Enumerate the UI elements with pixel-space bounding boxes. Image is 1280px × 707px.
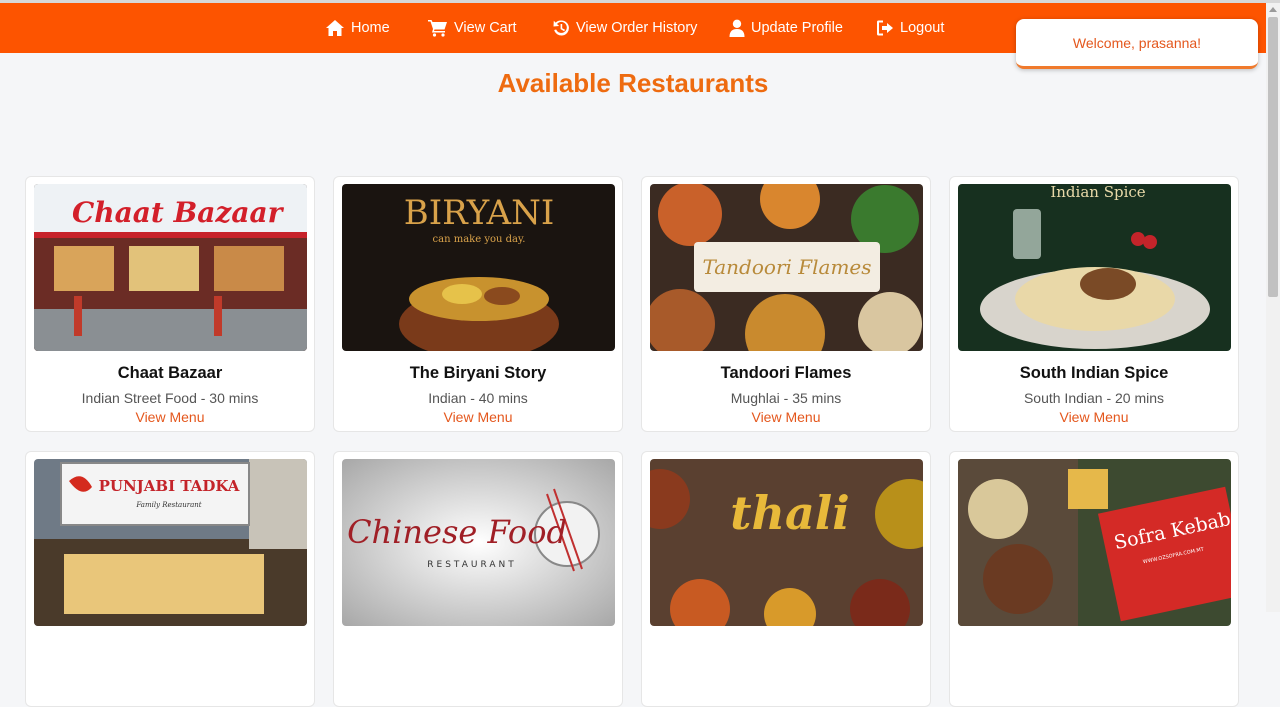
- nav-logout-label: Logout: [900, 20, 945, 36]
- image-subtext: can make you day.: [433, 234, 526, 245]
- history-icon: [553, 20, 569, 36]
- restaurant-meta: Indian - 40 mins: [428, 390, 528, 406]
- image-text: thali: [730, 486, 849, 540]
- scrollbar[interactable]: [1266, 3, 1280, 612]
- restaurant-meta: Indian Street Food - 30 mins: [81, 390, 259, 406]
- restaurant-image: Tandoori Flames: [650, 184, 923, 351]
- restaurant-image: Chaat Bazaar: [34, 184, 307, 351]
- restaurant-image: Chinese Food RESTAURANT: [342, 459, 615, 626]
- scroll-up-icon[interactable]: [1266, 3, 1280, 15]
- restaurant-card[interactable]: Indian Spice South Indian Spice South In…: [949, 176, 1239, 432]
- view-menu-link[interactable]: View Menu: [642, 409, 930, 425]
- page-title: Available Restaurants: [497, 68, 769, 98]
- scrollbar-thumb[interactable]: [1268, 17, 1278, 297]
- restaurant-meta: South Indian - 20 mins: [1023, 390, 1165, 406]
- restaurant-card[interactable]: Tandoori Flames Tandoori Flames Mughlai …: [641, 176, 931, 432]
- nav-logout[interactable]: Logout: [876, 17, 944, 39]
- restaurant-name: Chaat Bazaar: [117, 364, 223, 382]
- logout-icon: [877, 20, 893, 36]
- image-text: Tandoori Flames: [702, 255, 871, 279]
- restaurant-card[interactable]: thali: [641, 451, 931, 707]
- nav-order-history[interactable]: View Order History: [552, 17, 697, 39]
- cart-icon: [428, 20, 447, 37]
- image-subtext: Family Restaurant: [135, 501, 201, 509]
- nav-home-label: Home: [351, 20, 390, 36]
- image-text: PUNJABI TADKA: [99, 477, 240, 495]
- view-menu-link[interactable]: View Menu: [950, 409, 1238, 425]
- view-menu-link[interactable]: View Menu: [334, 409, 622, 425]
- nav-update-profile[interactable]: Update Profile: [729, 17, 843, 39]
- home-icon: [326, 20, 344, 36]
- restaurant-card[interactable]: Sofra Kebab WWW.OZSOFRA.COM.MT: [949, 451, 1239, 707]
- restaurant-card[interactable]: Chinese Food RESTAURANT: [333, 451, 623, 707]
- restaurant-image: BIRYANI can make you day.: [342, 184, 615, 351]
- welcome-toast: Welcome, prasanna!: [1016, 19, 1258, 69]
- nav-view-cart[interactable]: View Cart: [428, 17, 517, 39]
- image-text: Chinese Food: [347, 513, 567, 551]
- image-subtext: RESTAURANT: [427, 560, 516, 570]
- nav-home[interactable]: Home: [325, 17, 390, 39]
- image-text: Chaat Bazaar: [72, 196, 285, 229]
- restaurant-card[interactable]: Chaat Bazaar Chaat Bazaar Indian Street …: [25, 176, 315, 432]
- restaurant-name: South Indian Spice: [1019, 364, 1169, 382]
- user-icon: [729, 19, 745, 37]
- nav-order-history-label: View Order History: [576, 20, 698, 36]
- restaurant-card[interactable]: BIRYANI can make you day. The Biryani St…: [333, 176, 623, 432]
- restaurant-card[interactable]: PUNJABI TADKA Family Restaurant: [25, 451, 315, 707]
- nav-update-profile-label: Update Profile: [751, 20, 843, 36]
- image-text: Indian Spice: [1050, 184, 1145, 201]
- restaurant-image: thali: [650, 459, 923, 626]
- restaurant-name: The Biryani Story: [409, 364, 547, 382]
- restaurant-image: PUNJABI TADKA Family Restaurant: [34, 459, 307, 626]
- view-menu-link[interactable]: View Menu: [26, 409, 314, 425]
- restaurant-image: Sofra Kebab WWW.OZSOFRA.COM.MT: [958, 459, 1231, 626]
- image-text: BIRYANI: [404, 193, 555, 233]
- restaurant-name: Tandoori Flames: [720, 364, 852, 382]
- nav-view-cart-label: View Cart: [454, 20, 517, 36]
- restaurant-image: Indian Spice: [958, 184, 1231, 351]
- welcome-message: Welcome, prasanna!: [1072, 34, 1202, 51]
- restaurant-meta: Mughlai - 35 mins: [730, 390, 842, 406]
